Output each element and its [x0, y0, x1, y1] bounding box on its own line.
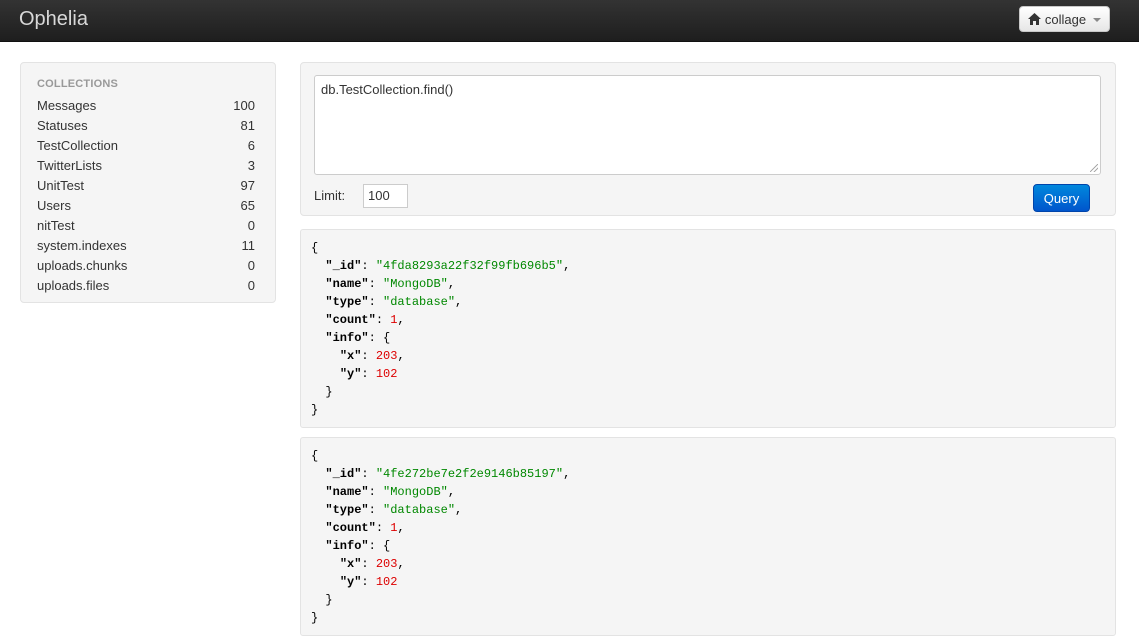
json-brace: {: [311, 449, 319, 463]
json-field-count: "count": 1,: [325, 521, 405, 535]
collection-count: 11: [241, 237, 256, 253]
collection-item[interactable]: nitTest 0: [37, 215, 255, 235]
collection-item[interactable]: system.indexes 11: [37, 235, 255, 255]
query-panel: db.TestCollection.find() Limit: 100 Quer…: [300, 62, 1116, 216]
collection-item[interactable]: TwitterLists 3: [37, 155, 255, 175]
resize-handle-icon[interactable]: [1090, 164, 1098, 172]
json-field-y: "y": 102: [339, 575, 398, 589]
limit-label: Limit:: [314, 188, 346, 203]
query-button[interactable]: Query: [1033, 184, 1090, 212]
collection-name: TestCollection: [37, 137, 118, 153]
collections-header: COLLECTIONS: [37, 78, 119, 90]
result-document: { "_id": "4fe272be7e2f2e9146b85197", "na…: [300, 437, 1116, 636]
json-field-id: "_id": "4fe272be7e2f2e9146b85197",: [325, 467, 571, 481]
collection-name: nitTest: [37, 217, 75, 233]
json-field-info: "info": {: [325, 539, 391, 553]
collection-count: 0: [247, 217, 255, 233]
json-brace: }: [311, 593, 333, 607]
json-field-info: "info": {: [325, 331, 391, 345]
collection-count: 3: [247, 157, 255, 173]
json-field-id: "_id": "4fda8293a22f32f99fb696b5",: [325, 259, 571, 273]
json-field-name: "name": "MongoDB",: [325, 485, 456, 499]
result-document: { "_id": "4fda8293a22f32f99fb696b5", "na…: [300, 229, 1116, 428]
collection-count: 100: [233, 97, 255, 113]
collection-count: 0: [247, 277, 255, 293]
collection-item[interactable]: Messages 100: [37, 95, 255, 115]
collection-item[interactable]: uploads.files 0: [37, 275, 255, 295]
json-brace: }: [311, 403, 319, 417]
json-field-type: "type": "database",: [325, 503, 463, 517]
top-navbar: Ophelia collage: [0, 0, 1139, 42]
collection-name: system.indexes: [37, 237, 127, 253]
query-textarea[interactable]: db.TestCollection.find(): [314, 75, 1101, 175]
limit-input[interactable]: 100: [363, 184, 408, 208]
chevron-down-icon: [1093, 18, 1102, 22]
database-dropdown-button[interactable]: collage: [1019, 6, 1110, 32]
collection-name: TwitterLists: [37, 157, 103, 173]
json-field-name: "name": "MongoDB",: [325, 277, 456, 291]
collection-name: Users: [37, 197, 71, 213]
json-field-x: "x": 203,: [339, 557, 405, 571]
collection-item[interactable]: Statuses 81: [37, 115, 255, 135]
collection-name: uploads.files: [37, 277, 110, 293]
home-icon: [1027, 13, 1041, 25]
json-field-count: "count": 1,: [325, 313, 405, 327]
collection-item[interactable]: Users 65: [37, 195, 255, 215]
collection-name: Messages: [37, 97, 97, 113]
collection-count: 6: [247, 137, 255, 153]
collection-count: 65: [240, 197, 255, 213]
json-brace: }: [311, 611, 319, 625]
collection-count: 97: [240, 177, 255, 193]
json-brace: {: [311, 241, 319, 255]
collection-item[interactable]: UnitTest 97: [37, 175, 255, 195]
database-label: collage: [1044, 11, 1087, 27]
query-text: db.TestCollection.find(): [321, 82, 454, 97]
app-title[interactable]: Ophelia: [19, 8, 88, 31]
collection-count: 0: [247, 257, 255, 273]
collections-list: Messages 100 Statuses 81 TestCollection 6 T…: [37, 95, 255, 295]
json-field-type: "type": "database",: [325, 295, 463, 309]
collection-name: UnitTest: [37, 177, 84, 193]
collection-name: Statuses: [37, 117, 88, 133]
collection-item[interactable]: TestCollection 6: [37, 135, 255, 155]
json-field-x: "x": 203,: [339, 349, 405, 363]
json-brace: }: [311, 385, 333, 399]
collection-item[interactable]: uploads.chunks 0: [37, 255, 255, 275]
json-field-y: "y": 102: [339, 367, 398, 381]
collection-name: uploads.chunks: [37, 257, 128, 273]
collection-count: 81: [240, 117, 255, 133]
collections-sidebar: COLLECTIONS Messages 100 Statuses 81 TestC…: [20, 62, 276, 303]
